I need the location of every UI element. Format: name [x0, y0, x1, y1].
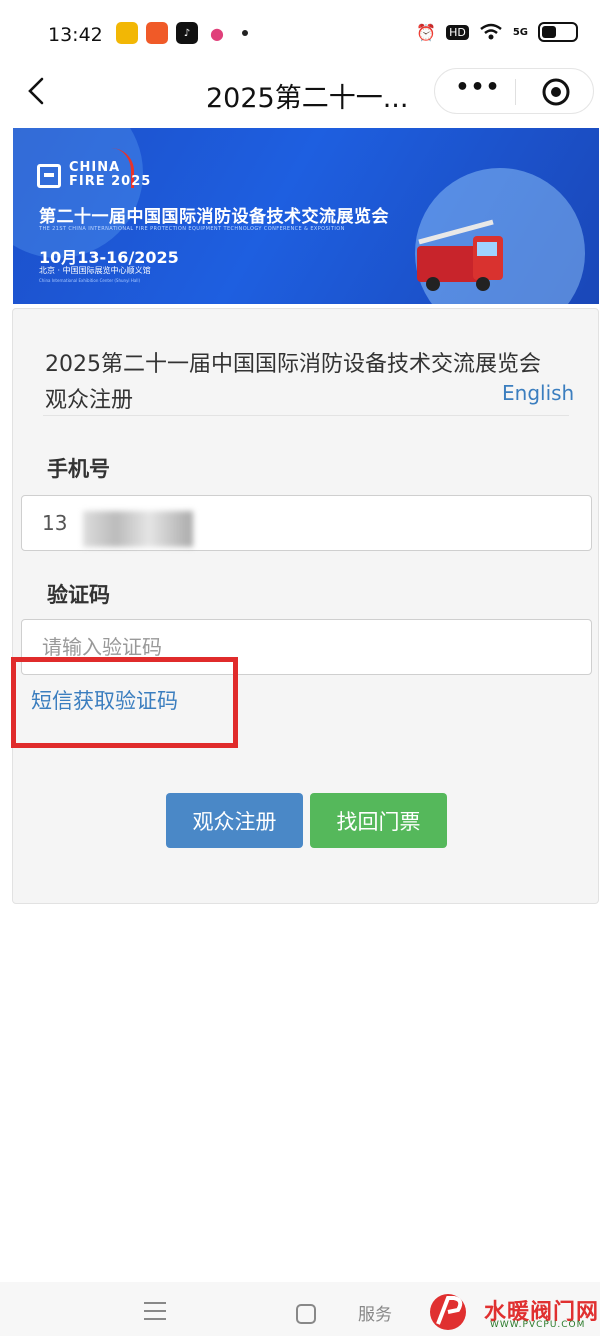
miniprogram-capsule: •••	[434, 68, 594, 114]
app-icon-4: ●	[206, 22, 228, 44]
retrieve-ticket-button[interactable]: 找回门票	[310, 793, 447, 848]
english-link[interactable]: English	[502, 381, 574, 405]
banner-decoration	[13, 128, 143, 258]
close-miniprogram-icon[interactable]	[541, 77, 571, 107]
back-arrow-icon[interactable]	[22, 76, 52, 106]
highlight-annotation-box	[11, 657, 238, 748]
redacted-phone-blur	[83, 511, 193, 547]
more-options-button[interactable]: •••	[453, 75, 503, 107]
watermark-chat-text: 服务	[358, 1305, 392, 1325]
logo-text-line2: FIRE 2025	[69, 174, 152, 189]
system-nav-bar: 服务 水暖阀门网 WWW.PVCPU.COM	[0, 1282, 600, 1336]
banner-subtitle: THE 21ST CHINA INTERNATIONAL FIRE PROTEC…	[39, 226, 345, 232]
logo-text-line1: CHINA	[69, 160, 121, 175]
status-app-icons: ♪ ●	[116, 22, 248, 44]
banner-title: 第二十一届中国国际消防设备技术交流展览会	[39, 207, 389, 227]
register-button[interactable]: 观众注册	[166, 793, 303, 848]
watermark-url-text: WWW.PVCPU.COM	[490, 1320, 586, 1330]
watermark-logo-icon	[430, 1294, 466, 1330]
menu-icon[interactable]	[144, 1302, 166, 1326]
status-time: 13:42	[48, 24, 103, 46]
capsule-divider	[515, 79, 516, 105]
app-icon-2	[146, 22, 168, 44]
tiktok-icon: ♪	[176, 22, 198, 44]
status-system-icons: ⏰ HD 5G	[416, 22, 578, 42]
status-bar: 13:42 ♪ ● ⏰ HD 5G	[0, 0, 600, 64]
event-banner: CHINA FIRE 2025 第二十一届中国国际消防设备技术交流展览会 THE…	[13, 128, 599, 304]
fire-truck-image	[417, 219, 503, 291]
signal-icon: 5G	[512, 26, 528, 38]
notification-dot-icon	[242, 30, 248, 36]
form-title: 2025第二十一届中国国际消防设备技术交流展览会 观众注册	[45, 352, 541, 413]
banner-venue: 北京 · 中国国际展览中心顺义馆	[39, 266, 151, 275]
battery-icon	[538, 22, 578, 42]
alarm-icon: ⏰	[416, 22, 437, 42]
app-icon-1	[116, 22, 138, 44]
hd-icon: HD	[446, 24, 469, 40]
registration-form-card: 2025第二十一届中国国际消防设备技术交流展览会 观众注册 English 手机…	[12, 308, 599, 904]
home-icon[interactable]	[296, 1304, 316, 1324]
wifi-icon	[480, 23, 502, 40]
code-label: 验证码	[47, 583, 110, 607]
phone-label: 手机号	[47, 457, 110, 481]
page-title: 2025第二十一...	[206, 83, 409, 114]
divider	[43, 415, 569, 416]
china-fire-logo-icon	[37, 164, 61, 188]
banner-venue-en: China International Exhibition Center (S…	[39, 278, 141, 283]
